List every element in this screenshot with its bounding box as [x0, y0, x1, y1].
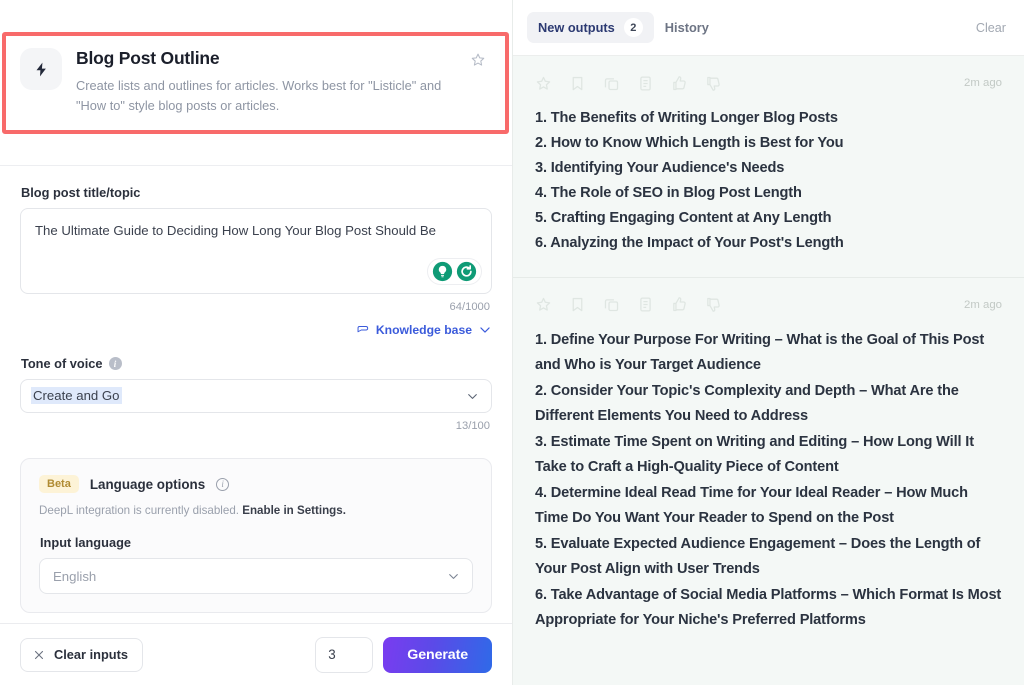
- output-line: 2. How to Know Which Length is Best for …: [535, 131, 1002, 156]
- tab-new-outputs-label: New outputs: [538, 20, 615, 35]
- output-line: 3. Identifying Your Audience's Needs: [535, 156, 1002, 181]
- copy-icon[interactable]: [603, 296, 620, 313]
- star-icon[interactable]: [535, 75, 552, 92]
- outputs-list[interactable]: 2m ago 1. The Benefits of Writing Longer…: [513, 56, 1024, 685]
- star-icon[interactable]: [468, 50, 488, 70]
- output-timestamp: 2m ago: [964, 299, 1002, 311]
- chevron-down-icon: [466, 390, 479, 403]
- header-divider: [0, 165, 512, 166]
- lightning-bolt-icon: [20, 48, 62, 90]
- clear-inputs-label: Clear inputs: [54, 647, 128, 662]
- bookmark-icon[interactable]: [569, 75, 586, 92]
- tone-select-value: Create and Go: [31, 387, 122, 404]
- input-language-placeholder: English: [53, 569, 96, 584]
- output-line: 1. Define Your Purpose For Writing – Wha…: [535, 328, 1002, 379]
- topic-label-text: Blog post title/topic: [21, 185, 140, 200]
- topic-input-actions: [427, 258, 482, 285]
- form-area: Blog post title/topic The Ultimate Guide…: [0, 185, 512, 613]
- output-line: 4. Determine Ideal Read Time for Your Id…: [535, 481, 1002, 532]
- action-footer: Clear inputs 3 Generate: [0, 623, 512, 685]
- thumbs-down-icon[interactable]: [705, 75, 722, 92]
- clear-inputs-button[interactable]: Clear inputs: [20, 638, 143, 672]
- tone-select[interactable]: Create and Go: [20, 379, 492, 413]
- knowledge-base-label: Knowledge base: [376, 323, 472, 337]
- input-language-select[interactable]: English: [39, 558, 473, 594]
- output-count-value: 3: [328, 647, 335, 662]
- thumbs-up-icon[interactable]: [671, 296, 688, 313]
- document-icon[interactable]: [637, 75, 654, 92]
- generate-button-label: Generate: [407, 647, 468, 663]
- tool-header-wrapper: Blog Post Outline Create lists and outli…: [0, 32, 512, 129]
- star-icon[interactable]: [535, 296, 552, 313]
- output-line: 3. Estimate Time Spent on Writing and Ed…: [535, 430, 1002, 481]
- language-options-card: Beta Language options i DeepL integratio…: [20, 458, 492, 613]
- beta-badge: Beta: [39, 475, 79, 493]
- output-card-actions: 2m ago: [535, 72, 1002, 94]
- knowledge-base-icon: [356, 323, 370, 337]
- tone-label: Tone of voice i: [21, 356, 492, 371]
- tool-description: Create lists and outlines for articles. …: [76, 76, 454, 116]
- info-icon[interactable]: i: [109, 357, 122, 370]
- deepl-note-text: DeepL integration is currently disabled.: [39, 504, 242, 517]
- tab-history-label: History: [665, 20, 709, 35]
- tool-input-panel: Blog Post Outline Create lists and outli…: [0, 0, 512, 685]
- output-line: 2. Consider Your Topic's Complexity and …: [535, 379, 1002, 430]
- language-options-title: Language options: [90, 477, 205, 492]
- chevron-down-icon: [447, 570, 460, 583]
- enable-in-settings-link[interactable]: Enable in Settings.: [242, 504, 346, 517]
- outputs-tabbar: New outputs 2 History Clear: [513, 0, 1024, 56]
- new-outputs-count-badge: 2: [624, 18, 643, 37]
- tone-label-text: Tone of voice: [21, 356, 103, 371]
- output-count-input[interactable]: 3: [315, 637, 373, 673]
- output-card-body: 1. The Benefits of Writing Longer Blog P…: [535, 106, 1002, 257]
- outputs-panel: New outputs 2 History Clear 2m ago: [512, 0, 1024, 685]
- output-line: 6. Take Advantage of Social Media Platfo…: [535, 583, 1002, 634]
- document-icon[interactable]: [637, 296, 654, 313]
- tone-select-value-wrap: Create and Go: [32, 387, 466, 405]
- output-card: 2m ago 1. The Benefits of Writing Longer…: [513, 56, 1024, 278]
- tab-new-outputs[interactable]: New outputs 2: [527, 12, 654, 43]
- output-line: 5. Evaluate Expected Audience Engagement…: [535, 532, 1002, 583]
- lightbulb-icon[interactable]: [432, 261, 453, 282]
- topic-input-value: The Ultimate Guide to Deciding How Long …: [35, 221, 477, 241]
- chevron-down-icon: [478, 323, 492, 337]
- topic-input[interactable]: The Ultimate Guide to Deciding How Long …: [20, 208, 492, 294]
- output-card: 2m ago 1. Define Your Purpose For Writin…: [513, 278, 1024, 654]
- language-options-header: Beta Language options i: [39, 475, 473, 493]
- topic-counter: 64/1000: [20, 301, 492, 313]
- tool-meta: Blog Post Outline Create lists and outli…: [76, 46, 454, 115]
- output-line: 5. Crafting Engaging Content at Any Leng…: [535, 206, 1002, 231]
- output-line: 6. Analyzing the Impact of Your Post's L…: [535, 231, 1002, 256]
- page-title: Blog Post Outline: [76, 47, 454, 70]
- copy-icon[interactable]: [603, 75, 620, 92]
- info-icon[interactable]: i: [216, 478, 229, 491]
- knowledge-base-row: Knowledge base: [20, 323, 492, 337]
- output-card-body: 1. Define Your Purpose For Writing – Wha…: [535, 328, 1002, 634]
- output-line: 4. The Role of SEO in Blog Post Length: [535, 181, 1002, 206]
- output-timestamp: 2m ago: [964, 77, 1002, 89]
- tone-counter: 13/100: [20, 420, 492, 432]
- tool-input-scroll: Blog Post Outline Create lists and outli…: [0, 0, 512, 623]
- tool-header-card[interactable]: Blog Post Outline Create lists and outli…: [8, 32, 504, 129]
- clear-outputs-button[interactable]: Clear: [976, 21, 1006, 35]
- refresh-icon[interactable]: [456, 261, 477, 282]
- generate-button[interactable]: Generate: [383, 637, 492, 673]
- tab-history[interactable]: History: [654, 12, 720, 43]
- thumbs-down-icon[interactable]: [705, 296, 722, 313]
- topic-label: Blog post title/topic: [21, 185, 492, 200]
- app-root: Blog Post Outline Create lists and outli…: [0, 0, 1024, 685]
- output-line: 1. The Benefits of Writing Longer Blog P…: [535, 106, 1002, 131]
- knowledge-base-button[interactable]: Knowledge base: [356, 323, 492, 337]
- thumbs-up-icon[interactable]: [671, 75, 688, 92]
- input-language-label: Input language: [40, 535, 473, 550]
- close-icon: [33, 649, 45, 661]
- deepl-note: DeepL integration is currently disabled.…: [39, 504, 473, 517]
- bookmark-icon[interactable]: [569, 296, 586, 313]
- output-card-actions: 2m ago: [535, 294, 1002, 316]
